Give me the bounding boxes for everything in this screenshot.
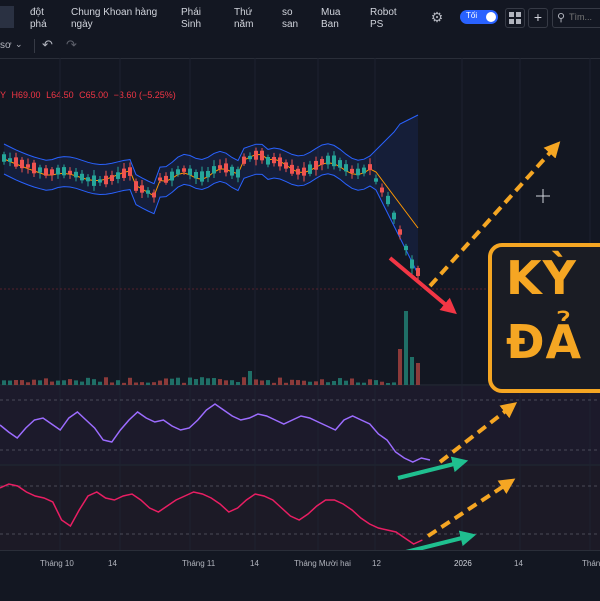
green-arrow-rsi — [397, 456, 469, 480]
nav-item-so-san[interactable]: so san — [282, 7, 298, 31]
search-input[interactable] — [569, 10, 600, 24]
nav-item-thu-nam[interactable]: Thứ năm — [234, 7, 253, 31]
nav-item-robot-ps[interactable]: Robot PS — [370, 7, 397, 31]
red-arrow-price — [388, 256, 457, 315]
rsi-pane — [0, 386, 600, 464]
add-plus-icon[interactable]: + — [528, 8, 548, 28]
chevron-down-icon[interactable]: ⌄ — [15, 39, 23, 50]
chart-type-text[interactable]: sơ — [0, 40, 12, 51]
ohlc-close: C65.00 — [79, 90, 109, 100]
x-tick-label: Tháng Mười hai — [294, 559, 351, 568]
x-tick-label: Tháng 10 — [40, 559, 74, 568]
search-box[interactable]: ⚲ — [552, 8, 600, 28]
promo-banner: KỲ ĐẢ — [488, 243, 600, 393]
orange-dashed-arrow-rsi — [438, 402, 518, 464]
orange-dashed-arrow-stoch — [426, 478, 516, 538]
theme-toggle[interactable]: Tối — [460, 10, 498, 24]
nav-item-mua-ban[interactable]: Mua Ban — [321, 7, 340, 31]
x-tick-label: 14 — [108, 559, 117, 568]
x-tick-label: 2026 — [454, 559, 472, 568]
x-tick-label: Tháng 11 — [182, 559, 216, 568]
rsi-line — [0, 403, 431, 463]
bollinger-lower-line — [3, 173, 419, 275]
nav-item-dot-pha[interactable]: đột phá — [30, 7, 47, 31]
banner-line-2: ĐẢ — [506, 315, 583, 369]
x-tick-label: 14 — [514, 559, 523, 568]
bollinger-band-fill — [4, 115, 418, 274]
stochastic-line — [0, 483, 423, 545]
ohlc-open-label: Y — [0, 90, 7, 100]
banner-line-1: KỲ — [506, 251, 577, 305]
bollinger-upper-line — [3, 114, 419, 185]
layout-grid-icon[interactable] — [505, 8, 525, 28]
ohlc-low: L64.50 — [46, 90, 74, 100]
ohlc-change: −3.60 (−5.25%) — [113, 90, 176, 100]
gear-icon[interactable]: ⚙ — [428, 8, 446, 26]
redo-icon[interactable]: ↷ — [66, 37, 77, 53]
top-nav-bar: đột phá Chung Khoan hàng ngày Phái Sinh … — [0, 0, 600, 35]
theme-toggle-label: Tối — [466, 11, 478, 20]
candlesticks — [2, 147, 420, 281]
toolbar-divider — [34, 39, 35, 53]
stoch-pane — [0, 466, 600, 550]
toggle-knob — [486, 12, 496, 22]
nav-item-chung-khoan-hang-ngay[interactable]: Chung Khoan hàng ngày — [71, 7, 157, 31]
moving-average-line — [3, 153, 419, 229]
nav-item-phai-sinh[interactable]: Phái Sinh — [181, 7, 201, 31]
x-tick-label: 12 — [372, 559, 381, 568]
nav-left-tab[interactable] — [0, 6, 14, 28]
ohlc-legend: Y H69.00 L64.50 C65.00 −3.60 (−5.25%) — [0, 90, 179, 100]
volume-bars — [2, 311, 420, 385]
undo-icon[interactable]: ↶ — [42, 37, 53, 53]
x-tick-label: 14 — [250, 559, 259, 568]
search-icon: ⚲ — [557, 12, 566, 24]
ohlc-high: H69.00 — [11, 90, 41, 100]
chart-toolbar: sơ ⌄ ↶ ↷ — [0, 34, 600, 59]
x-tick-label: Tháng — [582, 559, 600, 568]
time-axis[interactable]: Tháng 10 14 Tháng 11 14 Tháng Mười hai 1… — [0, 550, 600, 601]
